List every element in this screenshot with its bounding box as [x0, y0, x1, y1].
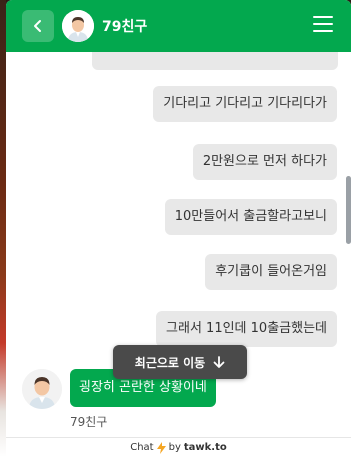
- footer-prefix: Chat: [130, 442, 154, 453]
- message-sender-label: 79친구: [70, 415, 108, 429]
- back-button[interactable]: [22, 10, 54, 42]
- message-list[interactable]: 기다리고 기다리고 기다리다가 2만원으로 먼저 하다가 10만들어서 출금할라…: [6, 52, 351, 437]
- message-bubble-outgoing: 기다리고 기다리고 기다리다가: [153, 86, 337, 122]
- chat-widget: 79친구 기다리고 기다리고 기다리다가 2만원으로 먼저 하다가 10만들어서…: [6, 0, 351, 457]
- powered-by-footer[interactable]: Chat by tawk.to: [6, 437, 351, 457]
- arrow-down-icon: [213, 355, 225, 368]
- message-bubble-partial: [92, 52, 338, 70]
- agent-avatar: [22, 369, 62, 409]
- footer-by: by: [168, 442, 181, 453]
- footer-brand: tawk.to: [183, 442, 227, 453]
- background-page-right: [351, 0, 357, 457]
- jump-to-recent-button[interactable]: 최근으로 이동: [113, 345, 247, 379]
- message-bubble-outgoing: 그래서 11인데 10출금했는데: [156, 311, 337, 347]
- jump-to-recent-label: 최근으로 이동: [134, 355, 206, 370]
- menu-button[interactable]: [313, 16, 333, 34]
- message-bubble-outgoing: 10만들어서 출금할라고보니: [164, 199, 337, 235]
- header-agent-name: 79친구: [102, 19, 148, 35]
- lightning-icon: [156, 441, 166, 454]
- chat-header: 79친구: [6, 0, 351, 52]
- header-avatar: [62, 10, 94, 42]
- scrollbar-thumb[interactable]: [346, 176, 351, 244]
- message-bubble-outgoing: 후기쿱이 들어온거임: [205, 254, 337, 290]
- hamburger-menu-icon: [313, 16, 333, 32]
- message-bubble-outgoing: 2만원으로 먼저 하다가: [192, 144, 337, 180]
- chevron-left-icon: [34, 20, 41, 32]
